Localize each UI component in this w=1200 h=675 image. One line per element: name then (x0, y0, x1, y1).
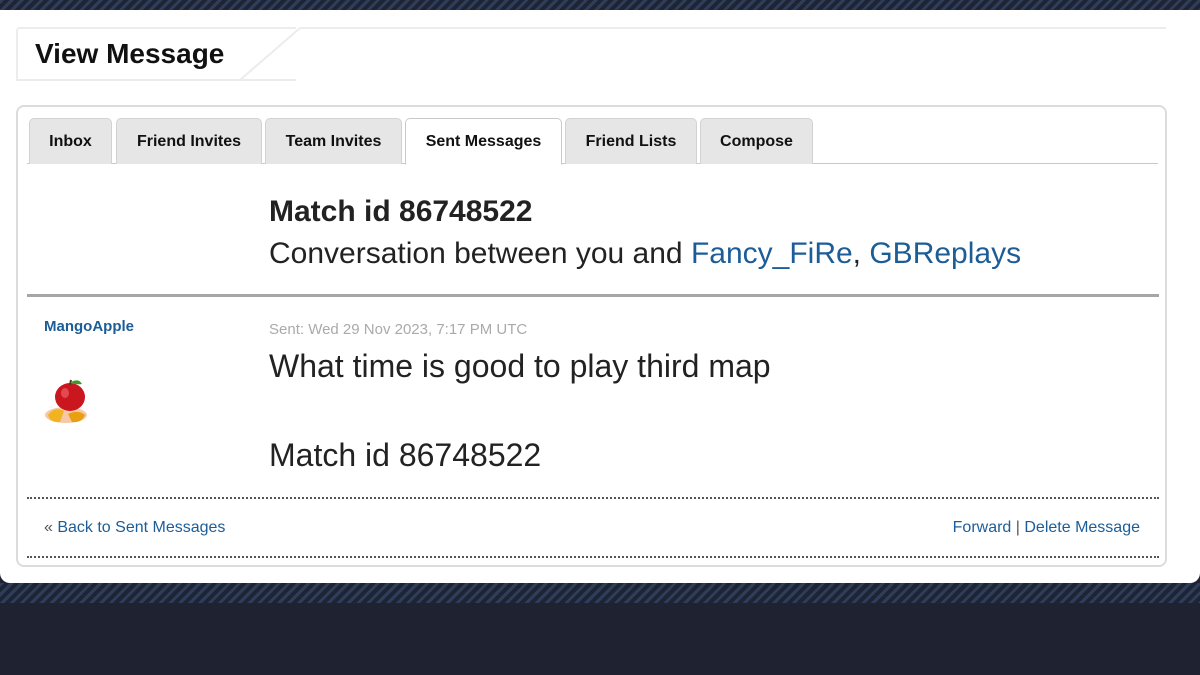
bottom-stripe-band (0, 583, 1200, 603)
top-stripe-band (0, 0, 1200, 10)
tab-sent-messages[interactable]: Sent Messages (405, 118, 562, 165)
message-body-line-1: What time is good to play third map (269, 348, 771, 384)
delete-message-link[interactable]: Delete Message (1024, 519, 1140, 536)
message-subject: Match id 86748522 (269, 195, 533, 228)
title-rule (300, 27, 1166, 29)
tab-compose[interactable]: Compose (700, 118, 813, 164)
tab-friend-invites[interactable]: Friend Invites (116, 118, 262, 164)
tab-inbox[interactable]: Inbox (29, 118, 112, 164)
page-title: View Message (35, 38, 225, 69)
participant-link-fancy-fire[interactable]: Fancy_FiRe (691, 237, 853, 270)
forward-link[interactable]: Forward (953, 519, 1012, 536)
back-arrow: « (44, 519, 58, 536)
message-container: Inbox Friend Invites Team Invites Sent M… (16, 105, 1167, 567)
participant-link-gbreplays[interactable]: GBReplays (869, 237, 1021, 270)
author-link[interactable]: MangoApple (44, 318, 134, 335)
header-divider (27, 294, 1159, 297)
title-slant-decoration (239, 27, 301, 81)
tab-team-invites[interactable]: Team Invites (265, 118, 402, 164)
message-body-line-2: Match id 86748522 (269, 437, 542, 473)
conversation-prefix: Conversation between you and (269, 237, 691, 270)
apple-mango-icon[interactable] (44, 379, 88, 427)
action-separator: | (1011, 519, 1025, 536)
participant-separator: , (852, 237, 870, 270)
sent-timestamp: Sent: Wed 29 Nov 2023, 7:17 PM UTC (269, 321, 528, 338)
footer-divider-top (27, 497, 1159, 499)
back-to-sent-link[interactable]: Back to Sent Messages (57, 519, 225, 536)
main-panel: View Message Inbox Friend Invites Team I… (0, 10, 1200, 583)
conversation-participants: Conversation between you and Fancy_FiRe,… (269, 237, 1021, 271)
tab-friend-lists[interactable]: Friend Lists (565, 118, 697, 164)
back-navigation: « Back to Sent Messages (44, 519, 225, 537)
footer-divider-bottom (27, 556, 1159, 558)
message-actions: Forward | Delete Message (953, 519, 1140, 537)
